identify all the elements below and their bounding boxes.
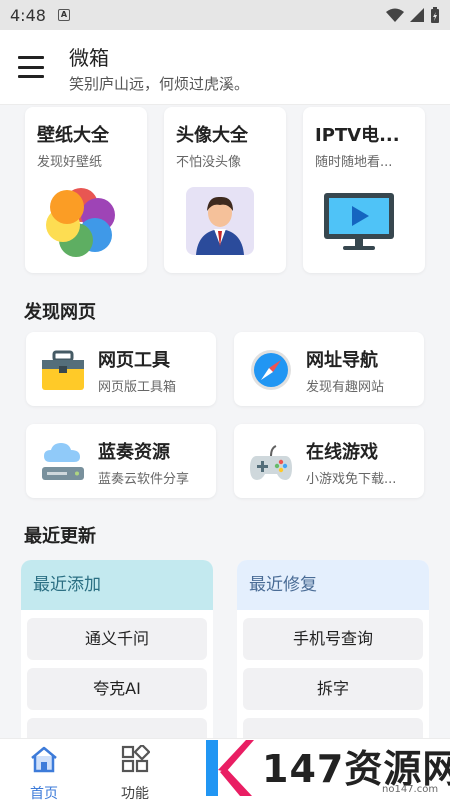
app-subtitle: 笑别庐山远，何烦过虎溪。 [69, 75, 250, 93]
signal-icon [410, 8, 424, 22]
avatar-person-icon [186, 187, 254, 255]
tv-play-icon [324, 193, 394, 250]
list-item[interactable] [27, 718, 207, 740]
gamepad-icon [250, 445, 292, 480]
cloud-server-icon [42, 443, 84, 480]
card-subtitle: 网页版工具箱 [98, 380, 177, 395]
card-title: 壁纸大全 [37, 125, 109, 146]
card-wallpapers[interactable]: 壁纸大全 发现好壁纸 [25, 107, 147, 273]
list-item[interactable]: 夸克AI [27, 668, 207, 710]
card-title: 头像大全 [176, 125, 248, 146]
k-logo-icon [206, 740, 254, 796]
watermark-url: no147.com [382, 784, 439, 795]
card-title: 网址导航 [306, 350, 378, 371]
app-title: 微箱 [69, 46, 109, 70]
card-online-games[interactable]: 在线游戏 小游戏免下载... [234, 424, 424, 498]
card-title: IPTV电... [315, 125, 400, 146]
status-bar: 4:48 A [0, 0, 450, 30]
photos-flower-icon [46, 188, 115, 257]
notification-a-icon: A [57, 9, 70, 21]
status-time: 4:48 [10, 5, 46, 25]
card-web-tools[interactable]: 网页工具 网页版工具箱 [26, 332, 216, 406]
wifi-icon [386, 8, 404, 22]
grid-icon [121, 743, 151, 773]
card-subtitle: 小游戏免下载... [306, 472, 397, 487]
battery-icon [431, 7, 439, 23]
card-lanzou-resources[interactable]: 蓝奏资源 蓝奏云软件分享 [26, 424, 216, 498]
card-subtitle: 蓝奏云软件分享 [98, 472, 190, 487]
nav-functions[interactable]: 功能 [110, 743, 160, 800]
card-subtitle: 不怕没头像 [176, 155, 242, 170]
card-url-navigation[interactable]: 网址导航 发现有趣网站 [234, 332, 424, 406]
nav-home[interactable]: 首页 [19, 745, 69, 800]
panel-recently-fixed: 最近修复 手机号查询 拆字 [237, 560, 429, 740]
card-iptv[interactable]: IPTV电... 随时随地看... [303, 107, 425, 273]
card-subtitle: 发现好壁纸 [37, 155, 103, 170]
card-title: 在线游戏 [306, 442, 378, 463]
list-item[interactable]: 通义千问 [27, 618, 207, 660]
nav-home-label: 首页 [30, 786, 58, 800]
card-title: 蓝奏资源 [98, 442, 170, 463]
list-item[interactable]: 拆字 [243, 668, 423, 710]
panel-title: 最近添加 [21, 560, 213, 610]
list-item[interactable]: 手机号查询 [243, 618, 423, 660]
app-bar: 微箱 笑别庐山远，何烦过虎溪。 [0, 30, 450, 105]
toolbox-icon [42, 350, 84, 390]
home-icon [31, 746, 57, 773]
section-title-discover: 发现网页 [24, 302, 96, 323]
panel-title: 最近修复 [237, 560, 429, 610]
panel-recently-added: 最近添加 通义千问 夸克AI [21, 560, 213, 740]
compass-icon [251, 350, 291, 390]
card-subtitle: 发现有趣网站 [306, 380, 385, 395]
card-title: 网页工具 [98, 350, 170, 371]
nav-functions-label: 功能 [121, 786, 149, 800]
card-subtitle: 随时随地看... [315, 155, 393, 170]
watermark-logo: 147资源网 no147.com [196, 736, 450, 800]
section-title-recent: 最近更新 [24, 526, 96, 547]
card-avatars[interactable]: 头像大全 不怕没头像 [164, 107, 286, 273]
menu-icon[interactable] [18, 56, 44, 78]
